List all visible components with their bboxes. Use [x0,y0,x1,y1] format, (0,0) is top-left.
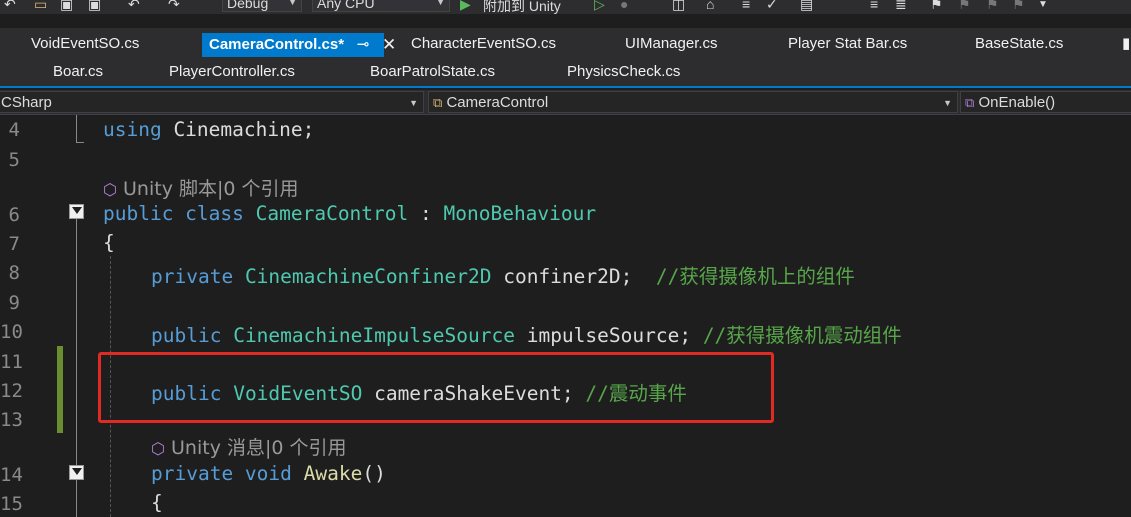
outline-line [76,115,77,143]
line-number: 8 [8,262,20,284]
tool-icon[interactable]: ◫ [672,0,685,12]
project-dropdown[interactable]: CSharp ▼ [0,91,424,113]
record-icon[interactable]: ● [620,0,628,12]
codelens-references[interactable]: ⬡ Unity 消息|0 个引用 [151,433,347,460]
highlight-box [98,352,774,423]
code-line-15: { [151,491,163,514]
outline-end [76,142,84,143]
code-line-14: private void Awake() [151,462,386,485]
chevron-down-icon: ▼ [409,98,418,108]
codelens-references[interactable]: ⬡ Unity 脚本|0 个引用 [103,174,299,201]
collapse-method-icon[interactable] [69,465,84,480]
uncomment-icon[interactable]: ≣ [895,0,907,12]
collapse-class-icon[interactable] [69,204,84,219]
close-tab-icon[interactable]: ✕ [382,33,396,57]
nav-back-icon[interactable]: ↶ [4,0,16,12]
class-dropdown[interactable]: ⧉ CameraControl ▼ [428,91,958,113]
tab-boarpatrolstate[interactable]: BoarPatrolState.cs [370,60,495,84]
chevron-down-icon: ▼ [288,0,297,7]
project-value: CSharp [1,94,52,111]
method-icon: ⧉ [965,95,975,110]
config-value: Debug [227,0,269,11]
play-icon[interactable]: ▶ [460,0,471,12]
member-value: OnEnable() [978,94,1056,111]
tab-overflow-icon[interactable]: ▮ [1122,32,1131,56]
tab-cameracontrol[interactable]: CameraControl.cs* ⊸ [202,33,385,57]
tab-boar[interactable]: Boar.cs [53,60,103,84]
attach-unity-button[interactable]: 附加到 Unity [483,0,561,14]
code-line-6: public class CameraControl : MonoBehavio… [103,202,597,225]
line-number: 15 [0,493,23,515]
line-number: 5 [8,149,20,171]
comment-icon[interactable]: ≡ [870,0,878,12]
unity-cube-icon: ⬡ [103,180,117,199]
bookmark-next-icon[interactable]: ⚑ [986,0,999,12]
tab-basestate[interactable]: BaseState.cs [975,32,1063,56]
code-line-8: private CinemachineConfiner2D confiner2D… [151,265,855,288]
document-tab-bar: VoidEventSO.cs CameraControl.cs* ⊸ ✕ Cha… [0,28,1131,88]
tab-playercontroller[interactable]: PlayerController.cs [169,60,295,84]
pin-icon[interactable]: ⊸ [348,33,378,57]
bookmark-prev-icon[interactable]: ⚑ [958,0,971,12]
code-line-7: { [103,231,115,254]
line-number: 12 [0,380,23,402]
code-line-4: using Cinemachine; [103,118,315,141]
class-value: CameraControl [446,94,549,111]
tab-charactereventso[interactable]: CharacterEventSO.cs [411,32,556,56]
tab-uimanager[interactable]: UIManager.cs [625,32,718,56]
platform-value: Any CPU [317,0,375,11]
config-dropdown[interactable]: Debug ▼ [222,0,302,12]
line-number: 6 [8,204,20,226]
code-line-10: public CinemachineImpulseSource impulseS… [151,324,902,347]
line-number: 11 [0,351,23,373]
tab-physicscheck[interactable]: PhysicsCheck.cs [567,60,680,84]
main-toolbar: ↶ ▭ ▣ ▣ ↶ ↷ Debug ▼ Any CPU ▼ ▶ 附加到 Unit… [0,0,1131,14]
tab-voideventso[interactable]: VoidEventSO.cs [31,32,139,56]
format-icon[interactable]: ▤ [800,0,813,12]
unity-cube-icon: ⬡ [151,439,165,458]
active-tab-strip [0,86,1131,88]
chevron-down-icon: ▼ [436,0,445,7]
check-icon[interactable]: ✓ [766,0,778,12]
bookmark-clear-icon[interactable]: ⚑ [1012,0,1025,12]
line-number: 14 [0,464,23,486]
undo-icon[interactable]: ↶ [128,0,140,12]
member-dropdown[interactable]: ⧉ OnEnable() [960,91,1131,113]
home-icon[interactable]: ⌂ [706,0,714,12]
line-number: 10 [0,321,23,343]
code-editor[interactable]: 4 5 6 7 8 9 10 11 12 13 14 15 using Cine… [0,115,1131,517]
line-number: 7 [8,233,20,255]
line-number: 9 [8,292,20,314]
filter-icon[interactable]: ≡ [742,0,750,12]
platform-dropdown[interactable]: Any CPU ▼ [312,0,450,12]
class-icon: ⧉ [433,95,443,110]
line-number: 13 [0,409,23,431]
line-number: 4 [8,119,20,141]
save-icon[interactable]: ▣ [60,0,73,12]
run-no-debug-icon[interactable]: ▷ [594,0,605,12]
tab-player-stat-bar[interactable]: Player Stat Bar.cs [788,32,907,56]
toolbar-overflow-icon[interactable]: ▼ [1038,0,1048,14]
change-marker [57,346,63,433]
bookmark-icon[interactable]: ⚑ [930,0,943,12]
navigation-bar: CSharp ▼ ⧉ CameraControl ▼ ⧉ OnEnable() [0,90,1131,115]
chevron-down-icon: ▼ [943,98,952,108]
open-folder-icon[interactable]: ▭ [34,0,47,12]
save-all-icon[interactable]: ▣ [88,0,101,12]
tab-label: CameraControl.cs* [209,36,345,53]
redo-icon[interactable]: ↷ [168,0,180,12]
